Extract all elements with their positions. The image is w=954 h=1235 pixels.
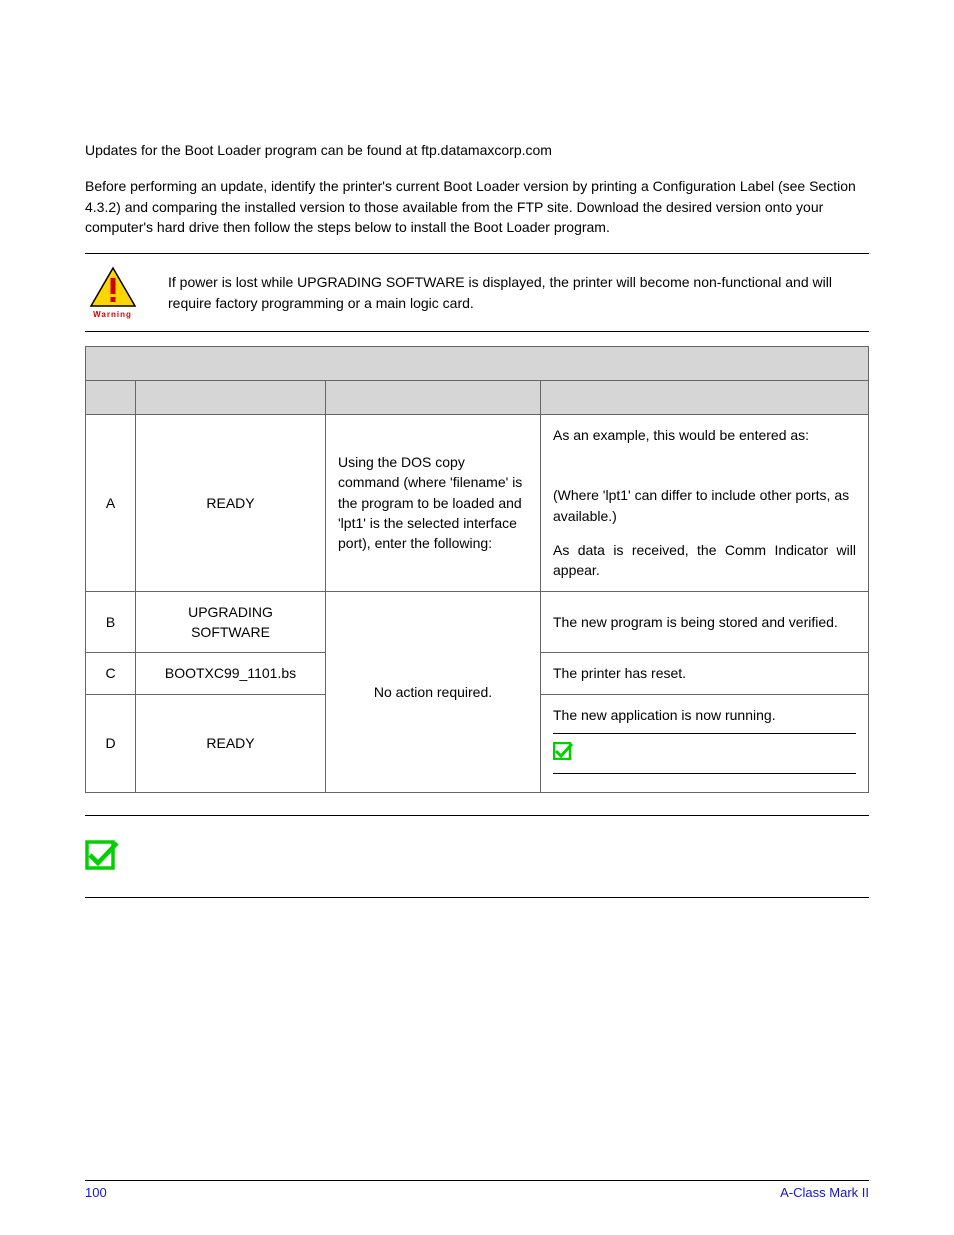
intro-paragraph-1: Updates for the Boot Loader program can …: [85, 140, 869, 160]
display-cell: READY: [136, 694, 326, 793]
display-cell: READY: [136, 415, 326, 591]
inner-rule: [553, 773, 856, 774]
page-number: 100: [85, 1185, 107, 1200]
step-cell: C: [86, 653, 136, 694]
comment-line: As an example, this would be entered as:: [553, 425, 856, 445]
step-cell: A: [86, 415, 136, 591]
warning-callout: Warning If power is lost while UPGRADING…: [85, 260, 869, 325]
divider-top: [85, 253, 869, 254]
table-header-row-1: [86, 347, 869, 381]
page-footer: 100 A-Class Mark II: [85, 1180, 869, 1200]
step-cell: B: [86, 591, 136, 653]
comment-cell: As an example, this would be entered as:…: [541, 415, 869, 591]
comment-line: (Where 'lpt1' can differ to include othe…: [553, 485, 856, 526]
comment-line: As data is received, the Comm Indicator …: [553, 540, 856, 581]
step-cell: D: [86, 694, 136, 793]
footer-rule: [85, 1180, 869, 1181]
divider-after-note: [85, 897, 869, 898]
checkmark-icon: [85, 840, 125, 873]
table-row: A READY Using the DOS copy command (wher…: [86, 415, 869, 591]
comment-cell: The new application is now running.: [541, 694, 869, 793]
warning-label: Warning: [85, 310, 140, 319]
divider-before-note: [85, 815, 869, 816]
comment-line: The new application is now running.: [553, 705, 856, 725]
display-cell: BOOTXC99_1101.bs: [136, 653, 326, 694]
action-cell: Using the DOS copy command (where 'filen…: [326, 415, 541, 591]
checkmark-icon: [553, 742, 573, 765]
note-callout: [85, 822, 869, 891]
procedure-table: A READY Using the DOS copy command (wher…: [85, 346, 869, 793]
doc-title: A-Class Mark II: [780, 1185, 869, 1200]
table-header-row-2: [86, 381, 869, 415]
divider-after-warning: [85, 331, 869, 332]
warning-icon: Warning: [85, 266, 140, 319]
display-cell: UPGRADING SOFTWARE: [136, 591, 326, 653]
action-cell-merged: No action required.: [326, 591, 541, 792]
comment-cell: The printer has reset.: [541, 653, 869, 694]
table-row: B UPGRADING SOFTWARE No action required.…: [86, 591, 869, 653]
comment-cell: The new program is being stored and veri…: [541, 591, 869, 653]
intro-paragraph-2: Before performing an update, identify th…: [85, 176, 869, 237]
warning-text: If power is lost while UPGRADING SOFTWAR…: [168, 272, 869, 313]
inner-rule: [553, 733, 856, 734]
